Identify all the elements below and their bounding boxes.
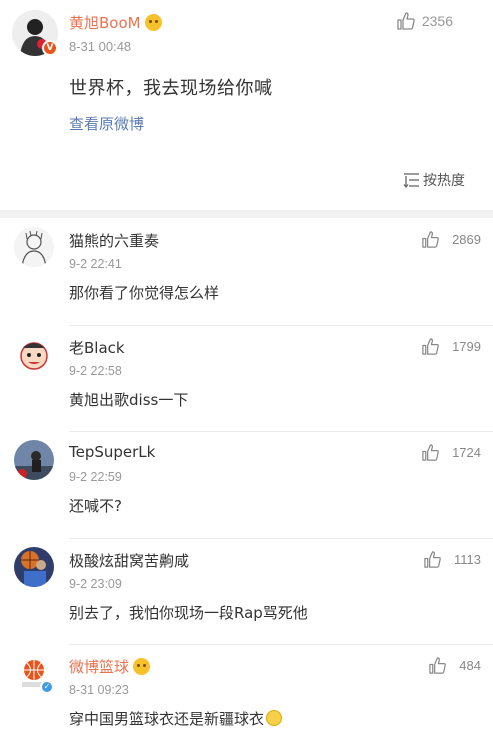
commenter-avatar[interactable] — [14, 546, 54, 587]
comment-item: ✓ 微博篮球 8-31 09:23 穿中国男篮球衣还是新疆球衣 484 — [0, 644, 493, 733]
comment-like-count: 1799 — [452, 338, 481, 354]
verified-badge: V — [42, 40, 58, 56]
verified-badge-icon: ✓ — [40, 680, 54, 694]
comment-item: TepSuperLk 9-2 22:59 还喊不? 1724 — [0, 431, 493, 538]
comment-like-button[interactable]: 1113 — [423, 550, 481, 569]
comment-text: 穿中国男篮球衣还是新疆球衣 — [69, 708, 283, 729]
view-original-link[interactable]: 查看原微博 — [69, 113, 144, 134]
comment-time: 9-2 22:59 — [69, 470, 122, 484]
comment-text: 还喊不? — [69, 497, 122, 515]
comment-like-button[interactable]: 484 — [428, 656, 481, 675]
comment-text: 黄旭出歌diss一下 — [69, 390, 189, 409]
comment-like-count: 484 — [459, 658, 481, 673]
post-like-button[interactable]: 2356 — [396, 11, 453, 31]
thumbs-up-icon — [422, 231, 439, 248]
commenter-name[interactable]: 极酸炫甜窝苦齁咸 — [69, 550, 189, 571]
comment-like-button[interactable]: 1799 — [421, 337, 481, 356]
comment-time: 8-31 09:23 — [69, 683, 129, 697]
thumbs-up-icon — [422, 444, 439, 461]
comment-text: 别去了，我怕你现场一段Rap骂死他 — [69, 603, 308, 622]
sort-label: 按热度 — [423, 173, 465, 189]
thumbs-up-icon — [424, 550, 441, 568]
inline-emoji-icon — [266, 710, 283, 726]
comment-item: 猫熊的六重奏 9-2 22:41 那你看了你觉得怎么样 2869 — [0, 218, 493, 325]
commenter-avatar[interactable] — [14, 333, 54, 374]
comment-item: 老Black 9-2 22:58 黄旭出歌diss一下 1799 — [0, 324, 493, 432]
sort-by-hot-button[interactable]: 按热度 — [403, 170, 465, 190]
photo-avatar-image — [14, 440, 54, 480]
original-post: V 黄旭BooM 8-31 00:48 世界杯，我去现场给你喊 查看原微博 23… — [0, 0, 493, 210]
thumbs-up-icon — [422, 337, 439, 355]
comment-text: 那你看了你觉得怎么样 — [69, 284, 220, 302]
sketch-avatar-image — [14, 227, 54, 267]
post-time: 8-31 00:48 — [69, 39, 132, 54]
post-like-count: 2356 — [421, 13, 453, 29]
commenter-name[interactable]: 猫熊的六重奏 — [69, 230, 159, 251]
commenter-name[interactable]: 微博篮球 — [69, 656, 151, 677]
commenter-avatar[interactable] — [14, 227, 54, 267]
comment-like-count: 1113 — [454, 551, 481, 567]
comment-list: 猫熊的六重奏 9-2 22:41 那你看了你觉得怎么样 2869 老Black … — [0, 218, 493, 733]
comment-like-button[interactable]: 2869 — [421, 230, 481, 249]
comment-item: 极酸炫甜窝苦齁咸 9-2 23:09 别去了，我怕你现场一段Rap骂死他 111… — [0, 537, 493, 645]
basketball-avatar-image — [14, 546, 54, 587]
comment-time: 9-2 22:41 — [69, 257, 122, 271]
sort-icon — [403, 173, 419, 188]
comment-like-count: 1724 — [452, 445, 481, 460]
comment-like-count: 2869 — [452, 232, 481, 247]
comment-time: 9-2 22:58 — [69, 363, 122, 378]
cartoon-avatar-image — [14, 333, 54, 374]
thumbs-up-icon — [429, 657, 447, 674]
comment-like-button[interactable]: 1724 — [421, 443, 481, 462]
vip-emoji-icon — [133, 658, 151, 675]
commenter-name[interactable]: 老Black — [69, 337, 125, 358]
thumbs-up-icon — [397, 12, 415, 30]
comment-text-content: 穿中国男篮球衣还是新疆球衣 — [69, 710, 265, 728]
post-author-name: 黄旭BooM — [69, 14, 141, 32]
post-text: 世界杯，我去现场给你喊 — [69, 78, 273, 99]
vip-emoji-icon — [144, 14, 162, 31]
comment-time: 9-2 23:09 — [69, 576, 122, 591]
post-author[interactable]: 黄旭BooM — [69, 12, 162, 33]
commenter-name-text: 微博篮球 — [69, 658, 130, 676]
section-divider — [0, 210, 493, 218]
commenter-name[interactable]: TepSuperLk — [69, 443, 155, 461]
commenter-avatar[interactable] — [14, 440, 54, 480]
